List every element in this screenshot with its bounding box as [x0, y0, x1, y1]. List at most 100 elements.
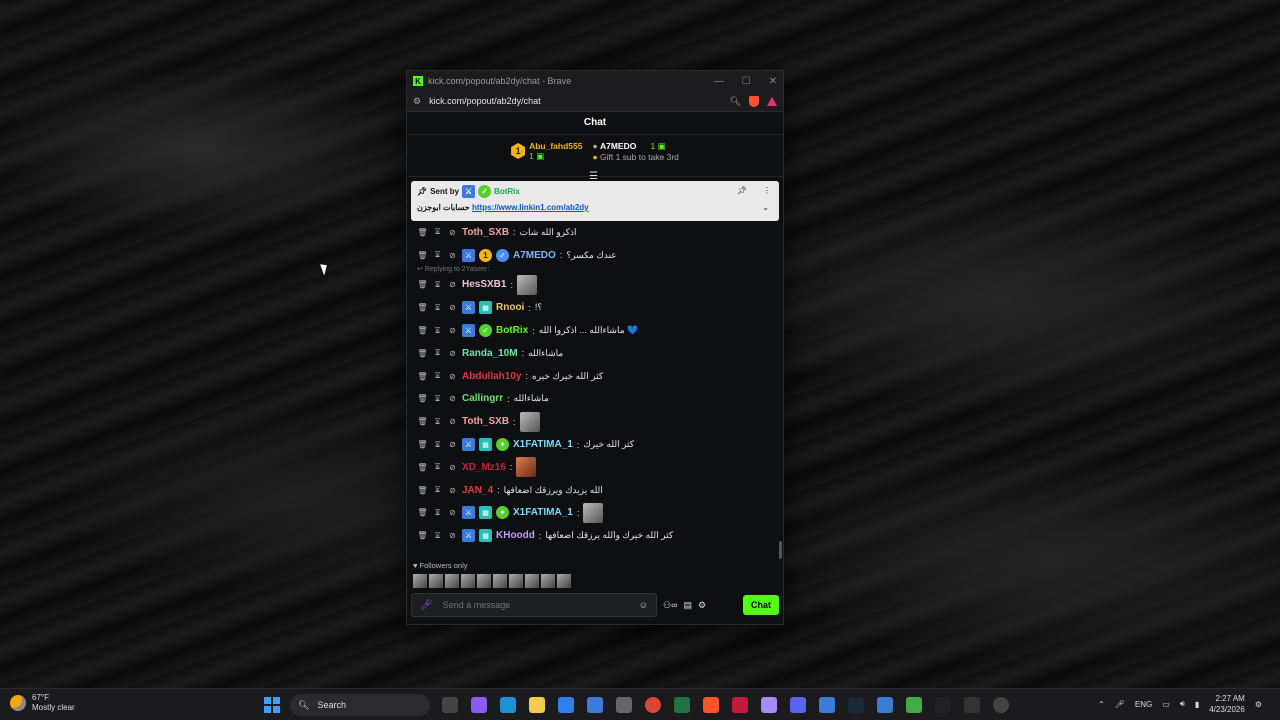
volume-icon[interactable]: 🔊︎: [1180, 699, 1185, 709]
store-icon[interactable]: [558, 697, 574, 713]
chat-username[interactable]: X1FATIMA_1: [513, 439, 573, 450]
emote-image[interactable]: [429, 574, 443, 588]
message-input[interactable]: [440, 599, 631, 611]
ban-icon[interactable]: ⊘: [447, 303, 458, 312]
timeout-icon[interactable]: ⏳︎: [432, 394, 443, 404]
app-icon[interactable]: [964, 697, 980, 713]
language-indicator[interactable]: ENG: [1135, 700, 1152, 709]
ban-icon[interactable]: ⊘: [447, 349, 458, 358]
discord-icon[interactable]: [790, 697, 806, 713]
app-icon[interactable]: [761, 697, 777, 713]
leaderboard-entry-1[interactable]: 1 Abu_fahd555 1 ▣: [511, 141, 582, 176]
chat-username[interactable]: JAN_4: [462, 485, 493, 496]
chat-message[interactable]: 🗑︎ ⏳︎ ⊘ ⚔ 1 ✓ A7MEDO: عندك مكسر؟: [417, 244, 779, 267]
microphone-icon[interactable]: 🎤︎: [1115, 700, 1125, 709]
reply-indicator[interactable]: ↩ Replying to 2Yaseer:: [417, 265, 779, 274]
chat-username[interactable]: Callingrr: [462, 393, 503, 404]
ban-icon[interactable]: ⊘: [447, 531, 458, 540]
chat-username[interactable]: X1FATIMA_1: [513, 507, 573, 518]
brave-rewards-icon[interactable]: [767, 96, 777, 106]
steam-icon[interactable]: [848, 697, 864, 713]
delete-icon[interactable]: 🗑︎: [417, 486, 428, 495]
emote-image[interactable]: [445, 574, 459, 588]
chat-message[interactable]: 🗑︎ ⏳︎ ⊘ ⚔ ▦ ✦ X1FATIMA_1:: [417, 502, 779, 525]
weather-widget[interactable]: 67°F Mostly clear: [10, 693, 75, 713]
emoji-picker-icon[interactable]: ☺: [639, 600, 648, 610]
acrobat-icon[interactable]: [732, 697, 748, 713]
delete-icon[interactable]: 🗑︎: [417, 417, 428, 426]
chat-message[interactable]: 🗑︎ ⏳︎ ⊘ ⚔ ▦ Rnooi: !؟: [417, 296, 779, 319]
emote-image[interactable]: [541, 574, 555, 588]
address-bar[interactable]: ⚙ kick.com/popout/ab2dy/chat 🔍︎: [407, 91, 783, 112]
minimize-button[interactable]: —: [714, 76, 724, 87]
chat-username[interactable]: Toth_SXB: [462, 227, 509, 238]
more-options-icon[interactable]: ⋮: [763, 186, 771, 195]
emote-image[interactable]: [413, 574, 427, 588]
timeout-icon[interactable]: ⏳︎: [432, 371, 443, 381]
delete-icon[interactable]: 🗑︎: [417, 326, 428, 335]
timeout-icon[interactable]: ⏳︎: [432, 303, 443, 313]
chat-message[interactable]: 🗑︎ ⏳︎ ⊘ HesSXB1:: [417, 274, 779, 297]
delete-icon[interactable]: 🗑︎: [417, 394, 428, 403]
outlook-icon[interactable]: [587, 697, 603, 713]
brave-shield-icon[interactable]: [749, 95, 759, 107]
app-icon[interactable]: [877, 697, 893, 713]
ban-icon[interactable]: ⊘: [447, 440, 458, 449]
microphone-icon[interactable]: 🎤︎: [420, 600, 433, 611]
chat-message[interactable]: 🗑︎ ⏳︎ ⊘ ⚔ ✓ BotRix: ماشاءالله ... اذكروا…: [417, 319, 779, 342]
chat-message[interactable]: 🗑︎ ⏳︎ ⊘ Toth_SXB:: [417, 410, 779, 433]
ban-icon[interactable]: ⊘: [447, 463, 458, 472]
chat-username[interactable]: A7MEDO: [513, 250, 556, 261]
chat-username[interactable]: Toth_SXB: [462, 416, 509, 427]
start-button[interactable]: [264, 697, 280, 713]
url-text[interactable]: kick.com/popout/ab2dy/chat: [429, 96, 541, 106]
timeout-icon[interactable]: ⏳︎: [432, 508, 443, 518]
chat-username[interactable]: Abdullah10y: [462, 371, 521, 382]
chat-username[interactable]: Randa_10M: [462, 348, 518, 359]
timeout-icon[interactable]: ⏳︎: [432, 326, 443, 336]
chat-username[interactable]: HesSXB1: [462, 279, 506, 290]
ban-icon[interactable]: ⊘: [447, 394, 458, 403]
ban-icon[interactable]: ⊘: [447, 326, 458, 335]
chat-message[interactable]: 🗑︎ ⏳︎ ⊘ Toth_SXB: اذكرو الله شات: [417, 221, 779, 244]
app-icon[interactable]: [906, 697, 922, 713]
delete-icon[interactable]: 🗑︎: [417, 531, 428, 540]
chrome-icon[interactable]: [645, 697, 661, 713]
leaderboard-entry-2[interactable]: ● A7MEDO 1 ▣ ● Gift 1 sub to take 3rd: [592, 141, 678, 176]
ban-icon[interactable]: ⊘: [447, 372, 458, 381]
recent-emotes-bar[interactable]: [413, 574, 571, 588]
delete-icon[interactable]: 🗑︎: [417, 303, 428, 312]
timeout-icon[interactable]: ⏳︎: [432, 440, 443, 450]
edge-icon[interactable]: [500, 697, 516, 713]
unpin-icon[interactable]: 📌︎: [737, 186, 747, 195]
chat-message[interactable]: 🗑︎ ⏳︎ ⊘ XD_Mz16:: [417, 456, 779, 479]
delete-icon[interactable]: 🗑︎: [417, 508, 428, 517]
emote-image[interactable]: [525, 574, 539, 588]
ban-icon[interactable]: ⊘: [447, 280, 458, 289]
timeout-icon[interactable]: ⏳︎: [432, 250, 443, 260]
delete-icon[interactable]: 🗑︎: [417, 251, 428, 260]
ban-icon[interactable]: ⊘: [447, 228, 458, 237]
timeout-icon[interactable]: ⏳︎: [432, 280, 443, 290]
delete-icon[interactable]: 🗑︎: [417, 372, 428, 381]
chat-message[interactable]: 🗑︎ ⏳︎ ⊘ ⚔ ▦ ✦ X1FATIMA_1: كثر الله خيرك: [417, 433, 779, 456]
maximize-button[interactable]: ☐: [742, 76, 751, 87]
gift-icon[interactable]: ▤: [683, 600, 692, 611]
chat-scrollbar[interactable]: [779, 541, 782, 559]
pinned-link[interactable]: https://www.linkin1.com/ab2dy: [472, 203, 589, 212]
close-button[interactable]: ✕: [769, 76, 777, 87]
timeout-icon[interactable]: ⏳︎: [432, 485, 443, 495]
chevron-up-icon[interactable]: ⌃: [1098, 700, 1105, 709]
chat-message[interactable]: 🗑︎ ⏳︎ ⊘ Randa_10M: ماشاءالله: [417, 342, 779, 365]
chat-message-list[interactable]: 🗑︎ ⏳︎ ⊘ Toth_SXB: اذكرو الله شات 🗑︎ ⏳︎ ⊘…: [407, 221, 783, 547]
delete-icon[interactable]: 🗑︎: [417, 228, 428, 237]
chat-username[interactable]: Rnooi: [496, 302, 524, 313]
timeout-icon[interactable]: ⏳︎: [432, 348, 443, 358]
ban-icon[interactable]: ⊘: [447, 251, 458, 260]
zoom-icon[interactable]: 🔍︎: [730, 96, 741, 107]
message-input-box[interactable]: 🎤︎ ☺: [411, 593, 657, 617]
chat-message[interactable]: 🗑︎ ⏳︎ ⊘ ⚔ ▦ KHoodd: كثر الله خيرك والله …: [417, 524, 779, 547]
ban-icon[interactable]: ⊘: [447, 486, 458, 495]
obs-icon[interactable]: [993, 697, 1009, 713]
delete-icon[interactable]: 🗑︎: [417, 463, 428, 472]
